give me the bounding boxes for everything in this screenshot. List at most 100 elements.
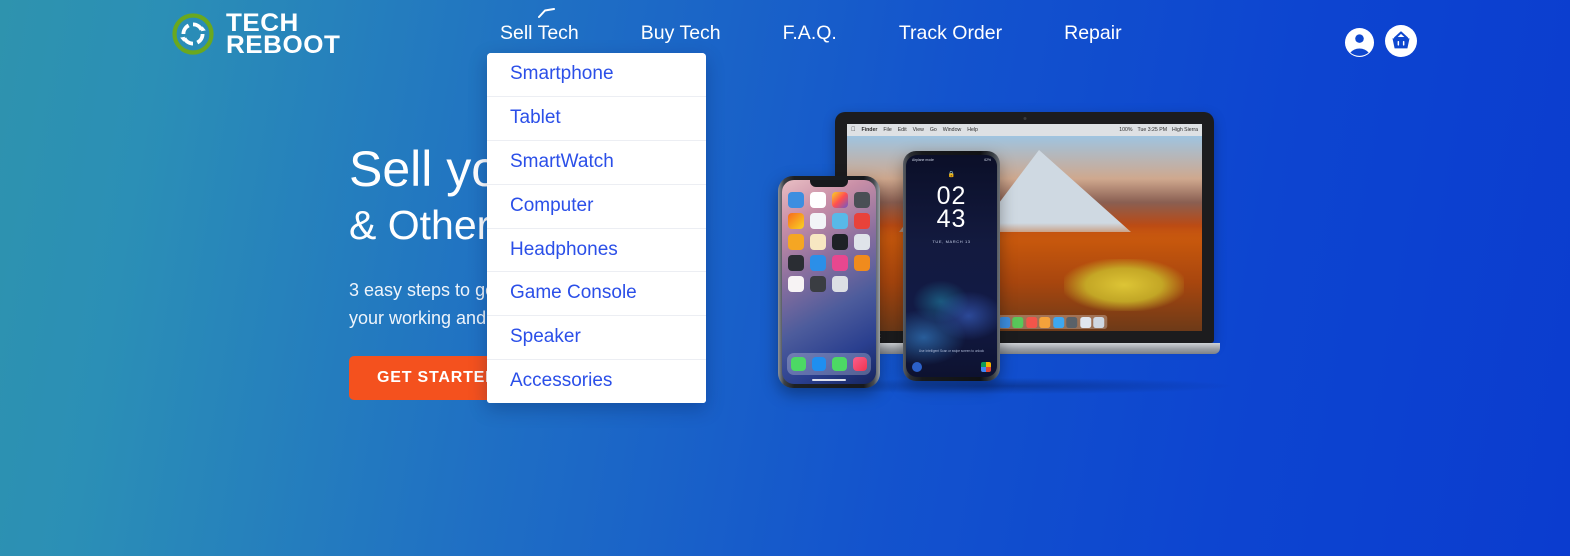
app-icon-health: [788, 276, 804, 292]
nav-item-faq[interactable]: F.A.Q.: [783, 22, 837, 45]
menubar-clock: Tue 3:25 PM: [1137, 127, 1168, 133]
nav-label-track-order: Track Order: [898, 22, 1003, 44]
app-icon-settings: [854, 234, 870, 250]
header-actions: [1344, 24, 1418, 58]
app-icon-voicememos: [832, 276, 848, 292]
samsung-unlock-hint: Use Intelligent Scan or swipe screen to …: [918, 348, 985, 353]
iphone-dock: [787, 352, 871, 375]
dock-icon-mail: [998, 316, 1010, 328]
dropdown-item-speaker[interactable]: Speaker: [487, 316, 706, 361]
samsung-status-left: Airplane mode: [912, 158, 934, 162]
mac-wallpaper: [847, 136, 1202, 331]
samsung-minute: 43: [936, 205, 967, 233]
menubar-user: High Sierra: [1172, 127, 1198, 133]
iphone-app-grid: [788, 192, 870, 292]
nav-label-repair: Repair: [1064, 22, 1122, 44]
mountain-peak-shape: [977, 150, 1131, 232]
chevron-up-icon: [538, 8, 555, 18]
app-icon-stocks: [832, 234, 848, 250]
brand-logo[interactable]: TECH REBOOT: [172, 11, 340, 58]
menubar-battery: 100%: [1119, 127, 1133, 133]
dock-icon-messages: [1012, 316, 1024, 328]
basket-icon[interactable]: [1384, 24, 1418, 58]
samsung-abstract-wallpaper: [906, 251, 997, 371]
app-icon-books: [854, 255, 870, 271]
menubar-window: Window: [938, 127, 961, 133]
account-icon[interactable]: [1344, 27, 1375, 58]
main-navigation: Sell Tech Buy Tech F.A.Q. Track Order Re…: [500, 8, 1122, 45]
recycle-circle-icon: [172, 13, 214, 55]
samsung-camera-shortcut-icon: [981, 362, 991, 372]
iphone-x-device: [778, 176, 880, 388]
menubar-view: View: [908, 127, 924, 133]
app-icon-mail: [788, 192, 804, 208]
mac-menubar:  Finder File Edit View Go Window Help 1…: [847, 124, 1202, 136]
app-icon-wallet: [788, 255, 804, 271]
app-icon-clock: [810, 213, 826, 229]
menubar-file: File: [878, 127, 891, 133]
nav-label-faq: F.A.Q.: [782, 22, 837, 44]
menubar-go: Go: [925, 127, 937, 133]
dock-icon-reminders: [1039, 316, 1051, 328]
app-icon-empty: [854, 276, 870, 292]
samsung-statusbar: Airplane mode 62%: [906, 158, 997, 162]
macbook-device:  Finder File Edit View Go Window Help 1…: [829, 112, 1225, 367]
dropdown-item-headphones[interactable]: Headphones: [487, 228, 706, 273]
hero-devices-image:  Finder File Edit View Go Window Help 1…: [770, 108, 1270, 400]
macbook-lid:  Finder File Edit View Go Window Help 1…: [835, 112, 1214, 343]
app-icon-camera: [854, 192, 870, 208]
nav-item-sell-tech[interactable]: Sell Tech: [500, 8, 579, 45]
dock-icon-messages: [832, 356, 847, 371]
app-icon-appstore: [810, 255, 826, 271]
sell-tech-dropdown-menu: Smartphone Tablet SmartWatch Computer He…: [487, 53, 706, 404]
dock-icon-appstore: [1052, 316, 1064, 328]
dock-icon-settings: [1066, 316, 1078, 328]
site-header: TECH REBOOT Sell Tech Buy Tech F.A.Q. Tr…: [0, 0, 1570, 72]
dropdown-item-accessories[interactable]: Accessories: [487, 360, 706, 404]
samsung-phone-shortcut-icon: [912, 362, 922, 372]
app-icon-photos: [832, 192, 848, 208]
brand-name-line2: REBOOT: [226, 31, 341, 59]
nav-item-repair[interactable]: Repair: [1064, 22, 1121, 45]
nav-label-buy-tech: Buy Tech: [640, 22, 721, 44]
menubar-help: Help: [962, 127, 978, 133]
nav-item-buy-tech[interactable]: Buy Tech: [641, 22, 721, 45]
macbook-screen:  Finder File Edit View Go Window Help 1…: [847, 124, 1202, 331]
nav-item-track-order[interactable]: Track Order: [899, 22, 1002, 45]
dropdown-item-smartwatch[interactable]: SmartWatch: [487, 140, 706, 185]
macbook-base: [829, 343, 1220, 354]
dropdown-item-computer[interactable]: Computer: [487, 184, 706, 229]
dock-icon-music: [852, 356, 867, 371]
webcam-icon: [1023, 117, 1026, 120]
menubar-finder: Finder: [857, 127, 878, 133]
app-icon-home: [788, 234, 804, 250]
valley-highlight-shape: [1064, 259, 1184, 311]
dock-icon-trash: [1093, 316, 1105, 328]
app-icon-wallet2: [810, 276, 826, 292]
app-icon-weather: [832, 213, 848, 229]
dock-icon-phone: [791, 356, 806, 371]
samsung-screen: Airplane mode 62% 🔒 02 43 TUE, MARCH 13 …: [906, 155, 997, 377]
dropdown-item-tablet[interactable]: Tablet: [487, 96, 706, 141]
iphone-home-indicator: [812, 379, 846, 381]
dock-icon-files: [1079, 316, 1091, 328]
app-icon-maps: [788, 213, 804, 229]
landing-page-hero: TECH REBOOT Sell Tech Buy Tech F.A.Q. Tr…: [0, 0, 1570, 556]
app-icon-notes: [810, 234, 826, 250]
dock-icon-music: [1025, 316, 1037, 328]
apple-logo-icon: : [851, 127, 856, 133]
dropdown-item-game-console[interactable]: Game Console: [487, 272, 706, 317]
lock-icon: 🔒: [947, 172, 956, 178]
app-icon-calendar: [810, 192, 826, 208]
iphone-screen: [782, 180, 876, 384]
samsung-date: TUE, MARCH 13: [932, 239, 971, 244]
menubar-edit: Edit: [893, 127, 907, 133]
samsung-status-right: 62%: [984, 158, 991, 162]
app-icon-itunes: [832, 255, 848, 271]
samsung-clock: 02 43: [906, 184, 997, 233]
samsung-galaxy-device: Airplane mode 62% 🔒 02 43 TUE, MARCH 13 …: [903, 151, 1000, 381]
iphone-notch: [810, 180, 848, 187]
app-icon-news: [854, 213, 870, 229]
dock-icon-safari: [811, 356, 826, 371]
nav-label-sell-tech: Sell Tech: [500, 22, 579, 44]
